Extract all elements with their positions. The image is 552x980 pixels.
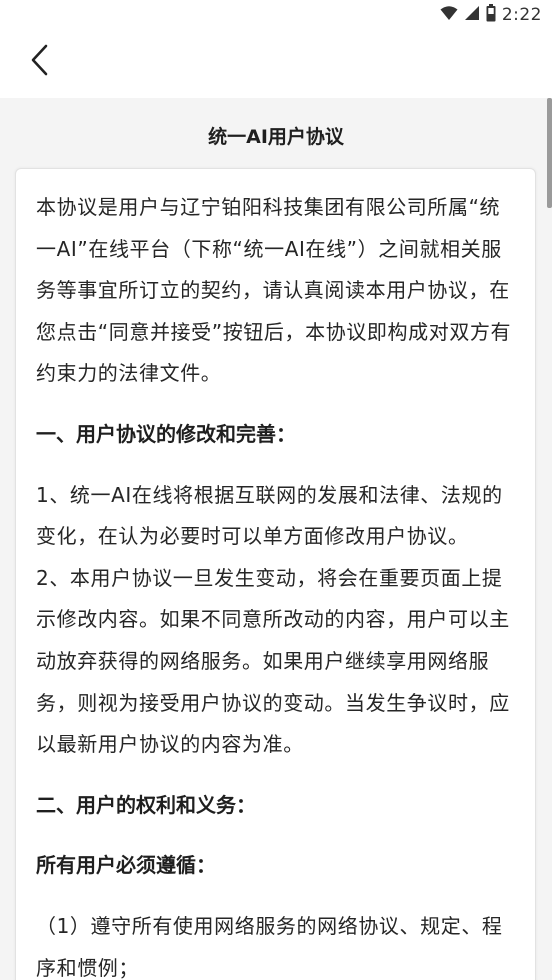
section2-item-1: （1）遵守所有使用网络服务的网络协议、规定、程序和惯例；: [36, 913, 503, 980]
chevron-left-icon: [30, 44, 50, 80]
status-icons: 2:22: [440, 4, 542, 26]
wifi-icon: [440, 5, 458, 25]
signal-icon: [464, 5, 480, 25]
section1-item-1: 1、统一AI在线将根据互联网的发展和法律、法规的变化，在认为必要时可以单方面修改…: [36, 482, 503, 549]
app-bar: [0, 30, 552, 98]
section2-heading: 二、用户的权利和义务：: [36, 792, 256, 817]
section1-item-2: 2、本用户协议一旦发生变动，将会在重要页面上提示修改内容。如果不同意所改动的内容…: [36, 565, 510, 757]
status-time: 2:22: [501, 5, 542, 25]
status-bar: 2:22: [0, 0, 552, 30]
agreement-text: 本协议是用户与辽宁铂阳科技集团有限公司所属“统一AI”在线平台（下称“统一AI在…: [36, 187, 520, 980]
back-button[interactable]: [20, 42, 60, 82]
intro-paragraph: 本协议是用户与辽宁铂阳科技集团有限公司所属“统一AI”在线平台（下称“统一AI在…: [36, 195, 512, 386]
agreement-card: 本协议是用户与辽宁铂阳科技集团有限公司所属“统一AI”在线平台（下称“统一AI在…: [15, 168, 536, 980]
page-title: 统一AI用户协议: [208, 126, 344, 148]
section1-heading: 一、用户协议的修改和完善：: [36, 421, 296, 446]
agreement-content[interactable]: 统一AI用户协议 本协议是用户与辽宁铂阳科技集团有限公司所属“统一AI”在线平台…: [0, 98, 552, 980]
scrollbar-thumb[interactable]: [547, 98, 552, 208]
section2-subheading: 所有用户必须遵循：: [36, 853, 216, 878]
battery-icon: [486, 4, 496, 26]
